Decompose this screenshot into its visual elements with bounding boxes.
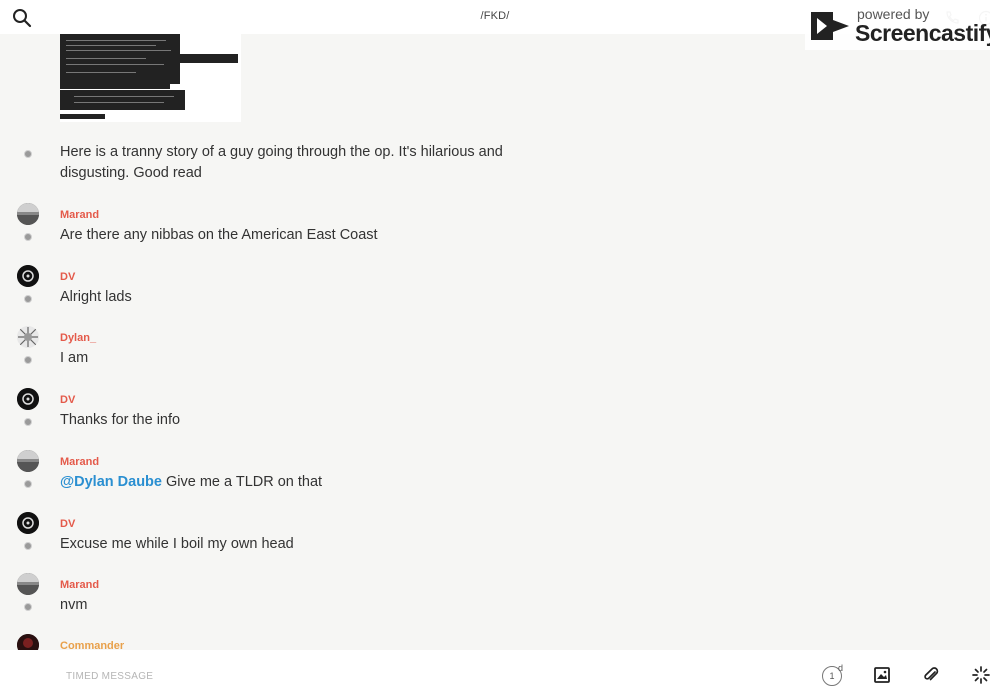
- message-author[interactable]: DV: [60, 518, 75, 530]
- message-text: Alright lads: [60, 289, 132, 305]
- read-status-icon: [24, 150, 32, 158]
- message-text: nvm: [60, 597, 88, 613]
- avatar[interactable]: [17, 203, 39, 225]
- read-status-icon: [24, 603, 32, 611]
- read-status-icon: [24, 295, 32, 303]
- message-composer: 1 d: [0, 650, 990, 700]
- attached-image[interactable]: [60, 34, 241, 122]
- watermark-brand: Screencastify: [855, 20, 990, 46]
- message-input[interactable]: [66, 668, 766, 684]
- screencastify-logo-icon: [809, 8, 853, 44]
- read-status-icon: [24, 542, 32, 550]
- avatar[interactable]: [17, 634, 39, 650]
- message-text-body: Give me a TLDR on that: [161, 474, 323, 490]
- avatar[interactable]: [17, 450, 39, 472]
- avatar[interactable]: [17, 573, 39, 595]
- read-status-icon: [24, 356, 32, 364]
- message-author[interactable]: DV: [60, 394, 75, 406]
- avatar[interactable]: [17, 265, 39, 287]
- message-text: Are there any nibbas on the American Eas…: [60, 227, 378, 243]
- avatar[interactable]: [17, 326, 39, 348]
- read-status-icon: [24, 418, 32, 426]
- message-author[interactable]: Commander: [60, 640, 124, 650]
- user-mention[interactable]: @Dylan Daube: [60, 474, 162, 490]
- avatar[interactable]: [17, 388, 39, 410]
- message-author[interactable]: Dylan_: [60, 332, 96, 344]
- message-text: @Dylan Daube Give me a TLDR on that: [60, 472, 520, 493]
- read-status-icon: [24, 480, 32, 488]
- screencastify-watermark: powered by Screencastify: [805, 2, 990, 50]
- message-list: Here is a tranny story of a guy going th…: [0, 140, 990, 650]
- read-status-icon: [24, 233, 32, 241]
- paperclip-icon[interactable]: [921, 665, 941, 685]
- message-text: I am: [60, 350, 89, 366]
- message-text: Thanks for the info: [60, 412, 181, 428]
- avatar[interactable]: [17, 512, 39, 534]
- image-icon[interactable]: [872, 665, 892, 685]
- message-author[interactable]: Marand: [60, 579, 99, 591]
- message-text: Excuse me while I boil my own head: [60, 536, 294, 552]
- timer-unit-label: d: [838, 663, 844, 673]
- message-author[interactable]: DV: [60, 271, 75, 283]
- sparkle-icon[interactable]: [971, 665, 990, 685]
- message-author[interactable]: Marand: [60, 456, 99, 468]
- message-text: Here is a tranny story of a guy going th…: [60, 144, 503, 181]
- message-author[interactable]: Marand: [60, 209, 99, 221]
